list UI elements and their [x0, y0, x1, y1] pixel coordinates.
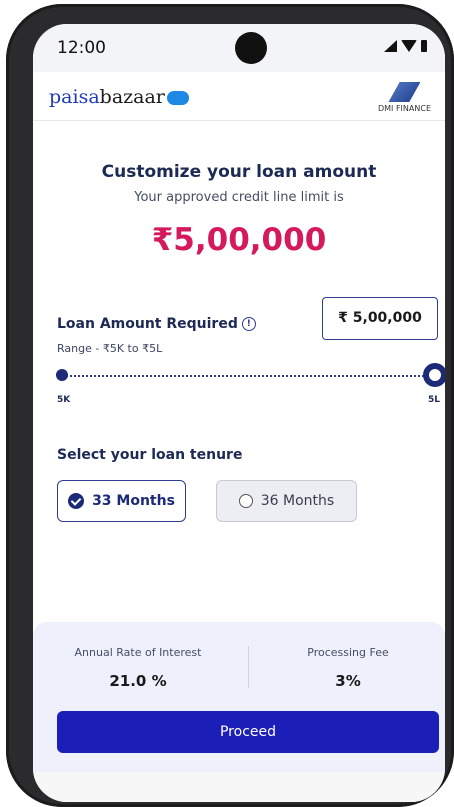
- loan-amount-label: Loan Amount Required!: [57, 316, 256, 332]
- loan-range-text: Range - ₹5K to ₹5L: [57, 342, 163, 355]
- summary-divider: [248, 646, 249, 688]
- info-icon[interactable]: !: [241, 317, 256, 331]
- dmi-finance-label: DMI FINANCE: [377, 104, 431, 113]
- tenure-option-36-months[interactable]: 36 Months: [216, 480, 357, 522]
- loan-slider-handle[interactable]: [425, 365, 445, 385]
- credit-limit-amount: ₹5,00,000: [151, 222, 327, 258]
- dmi-mark-icon: [388, 82, 421, 102]
- page-title: Customize your loan amount: [101, 162, 377, 182]
- loan-slider-track[interactable]: [62, 375, 436, 377]
- slider-max-label: 5L: [428, 395, 440, 405]
- rate-value: 21.0 %: [109, 672, 167, 690]
- loan-amount-label-text: Loan Amount Required: [57, 316, 238, 332]
- battery-icon: [421, 40, 427, 52]
- page-subtitle: Your approved credit line limit is: [134, 190, 344, 205]
- status-time: 12:00: [57, 38, 106, 58]
- status-bar: 12:00: [33, 24, 445, 72]
- app-screen: 12:00 paisabazaar DMI FINANCE Customize …: [33, 24, 445, 802]
- tenure-option-33-months[interactable]: 33 Months: [57, 480, 186, 522]
- tenure-title: Select your loan tenure: [57, 447, 243, 463]
- loan-amount-input[interactable]: ₹ 5,00,000: [322, 297, 438, 340]
- status-icons: [384, 40, 427, 52]
- paisabazaar-logo[interactable]: paisabazaar: [49, 86, 189, 108]
- check-circle-icon: [68, 493, 85, 509]
- radio-empty-icon: [238, 494, 253, 508]
- proceed-button[interactable]: Proceed: [57, 711, 439, 753]
- fee-value: 3%: [335, 672, 361, 690]
- slider-min-label: 5K: [57, 395, 71, 405]
- app-header: paisabazaar DMI FINANCE: [33, 72, 445, 121]
- camera-cutout: [235, 32, 267, 64]
- bottom-strip: [33, 772, 445, 802]
- wifi-icon: [401, 40, 417, 52]
- logo-text-paisa: paisa: [49, 86, 100, 108]
- fee-label: Processing Fee: [307, 646, 389, 659]
- loan-slider-start-dot: [56, 369, 68, 381]
- rate-label: Annual Rate of Interest: [74, 646, 202, 659]
- logo-text-bazaar: bazaar: [99, 86, 165, 108]
- tenure-option-label: 36 Months: [260, 493, 335, 509]
- phone-frame: 12:00 paisabazaar DMI FINANCE Customize …: [6, 4, 454, 807]
- tenure-option-label: 33 Months: [92, 493, 175, 509]
- signal-icon: [384, 40, 397, 52]
- dmi-finance-logo: DMI FINANCE: [378, 82, 431, 113]
- logo-badge-icon: [166, 91, 189, 105]
